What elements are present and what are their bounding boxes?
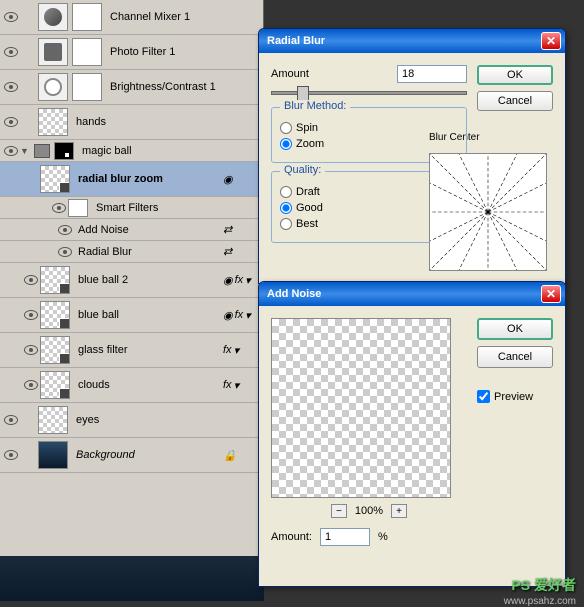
- group-title: Blur Method:: [280, 100, 350, 112]
- layer-row[interactable]: Brightness/Contrast 1: [0, 70, 263, 105]
- layer-name: Background: [72, 449, 223, 461]
- layer-name: hands: [72, 116, 263, 128]
- layer-row[interactable]: Background 🔒: [0, 438, 263, 473]
- layer-name: eyes: [72, 414, 263, 426]
- ok-button[interactable]: OK: [477, 318, 553, 340]
- layer-row[interactable]: hands: [0, 105, 263, 140]
- visibility-icon[interactable]: [52, 203, 66, 213]
- layer-row[interactable]: clouds fx▾: [0, 368, 263, 403]
- draft-radio[interactable]: [280, 186, 292, 198]
- chevron-down-icon[interactable]: ▾: [234, 344, 240, 357]
- edit-filter-icon[interactable]: ⇄: [223, 245, 232, 258]
- smart-object-icon: ◉: [223, 274, 233, 287]
- folder-icon: [34, 144, 50, 158]
- filter-name: Add Noise: [74, 224, 223, 236]
- layer-row[interactable]: blue ball 2 ◉fx▾: [0, 263, 263, 298]
- watermark-text: PS 爱好者: [511, 575, 576, 595]
- zoom-radio[interactable]: [280, 138, 292, 150]
- smart-filters-row[interactable]: Smart Filters: [0, 197, 263, 219]
- preview-box: [271, 318, 451, 498]
- edit-filter-icon[interactable]: ⇄: [223, 223, 232, 236]
- visibility-icon[interactable]: [58, 247, 72, 257]
- layer-name: radial blur zoom: [74, 173, 223, 185]
- dialog-titlebar[interactable]: Add Noise ✕: [259, 282, 565, 306]
- layer-row[interactable]: Photo Filter 1: [0, 35, 263, 70]
- layer-name: blue ball 2: [74, 274, 223, 286]
- filter-row[interactable]: Add Noise ⇄: [0, 219, 263, 241]
- lock-icon: 🔒: [223, 449, 237, 462]
- layer-group-row[interactable]: ▼ magic ball: [0, 140, 263, 162]
- add-noise-dialog: Add Noise ✕ − 100% + Amount: % OK Cancel…: [258, 281, 566, 587]
- layer-name: Channel Mixer 1: [106, 11, 263, 23]
- layer-row[interactable]: glass filter fx▾: [0, 333, 263, 368]
- zoom-out-button[interactable]: −: [331, 504, 347, 518]
- layer-name: glass filter: [74, 344, 223, 356]
- cancel-button[interactable]: Cancel: [477, 91, 553, 111]
- visibility-icon[interactable]: [4, 450, 18, 460]
- canvas-background-preview: [0, 556, 264, 601]
- layers-panel: Channel Mixer 1 Photo Filter 1 Brightnes…: [0, 0, 264, 556]
- visibility-icon[interactable]: [4, 415, 18, 425]
- ok-button[interactable]: OK: [477, 65, 553, 85]
- visibility-icon[interactable]: [4, 146, 18, 156]
- percent-label: %: [378, 531, 388, 543]
- chevron-down-icon[interactable]: ▾: [234, 379, 240, 392]
- dialog-title-text: Radial Blur: [263, 35, 541, 47]
- chevron-down-icon[interactable]: ▾: [245, 274, 251, 287]
- watermark-url: www.psahz.com: [504, 596, 576, 607]
- layer-row[interactable]: blue ball ◉fx▾: [0, 298, 263, 333]
- filter-row[interactable]: Radial Blur ⇄: [0, 241, 263, 263]
- layer-name: blue ball: [74, 309, 223, 321]
- amount-input[interactable]: [397, 65, 467, 83]
- best-radio[interactable]: [280, 218, 292, 230]
- visibility-icon[interactable]: [58, 225, 72, 235]
- preview-checkbox[interactable]: [477, 390, 490, 403]
- layer-name: clouds: [74, 379, 223, 391]
- visibility-icon[interactable]: [4, 82, 18, 92]
- smart-object-icon: ◉: [223, 309, 233, 322]
- radial-blur-dialog: Radial Blur ✕ Amount Blur Method: Spin Z…: [258, 28, 566, 284]
- visibility-icon[interactable]: [24, 345, 38, 355]
- good-radio[interactable]: [280, 202, 292, 214]
- amount-input[interactable]: [320, 528, 370, 546]
- layer-name: Smart Filters: [92, 202, 263, 214]
- amount-label: Amount:: [271, 531, 312, 543]
- visibility-icon[interactable]: [4, 12, 18, 22]
- cancel-button[interactable]: Cancel: [477, 346, 553, 368]
- visibility-icon[interactable]: [4, 47, 18, 57]
- zoom-level: 100%: [355, 505, 383, 517]
- dialog-title-text: Add Noise: [263, 288, 541, 300]
- smart-object-icon: ◉: [223, 173, 233, 186]
- group-title: Quality:: [280, 164, 325, 176]
- visibility-icon[interactable]: [24, 275, 38, 285]
- visibility-icon[interactable]: [4, 117, 18, 127]
- layer-name: Photo Filter 1: [106, 46, 263, 58]
- layer-row-selected[interactable]: radial blur zoom ◉: [0, 162, 263, 197]
- layer-row[interactable]: Channel Mixer 1: [0, 0, 263, 35]
- layer-row[interactable]: eyes: [0, 403, 263, 438]
- dialog-titlebar[interactable]: Radial Blur ✕: [259, 29, 565, 53]
- visibility-icon[interactable]: [24, 380, 38, 390]
- layer-name: Brightness/Contrast 1: [106, 81, 263, 93]
- zoom-in-button[interactable]: +: [391, 504, 407, 518]
- expand-arrow-icon[interactable]: ▼: [20, 146, 30, 156]
- amount-slider[interactable]: [271, 91, 467, 95]
- close-button[interactable]: ✕: [541, 32, 561, 50]
- visibility-icon[interactable]: [24, 310, 38, 320]
- blur-center-preview[interactable]: [429, 153, 547, 271]
- spin-radio[interactable]: [280, 122, 292, 134]
- amount-label: Amount: [271, 68, 309, 80]
- filter-name: Radial Blur: [74, 246, 223, 258]
- layer-name: magic ball: [78, 145, 263, 157]
- close-button[interactable]: ✕: [541, 285, 561, 303]
- chevron-down-icon[interactable]: ▾: [245, 309, 251, 322]
